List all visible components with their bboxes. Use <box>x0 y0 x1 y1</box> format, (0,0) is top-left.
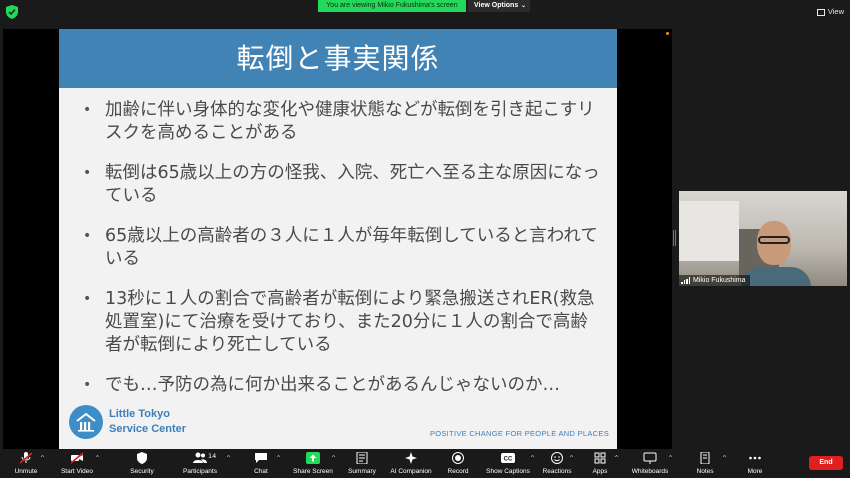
chat-bubble-icon <box>255 453 267 463</box>
record-button[interactable]: Record <box>444 449 472 478</box>
end-meeting-button[interactable]: End <box>809 456 843 470</box>
more-dots-icon <box>749 456 761 460</box>
summary-label: Summary <box>348 468 376 475</box>
summary-document-icon <box>356 452 368 464</box>
slide-title: 転倒と事実関係 <box>236 42 440 75</box>
summary-button[interactable]: Summary <box>344 449 380 478</box>
audio-options-chevron-icon[interactable]: ^ <box>40 455 45 462</box>
panel-splitter-handle[interactable] <box>673 230 676 246</box>
notes-label: Notes <box>696 468 714 475</box>
reactions-emoji-icon <box>551 452 563 464</box>
video-off-icon <box>70 452 84 464</box>
start-video-label: Start Video <box>60 468 94 475</box>
captions-options-chevron-icon[interactable]: ^ <box>530 455 535 462</box>
grid-view-icon <box>816 8 825 16</box>
reactions-options-chevron-icon[interactable]: ^ <box>569 455 574 462</box>
reactions-label: Reactions <box>542 468 572 475</box>
chat-label: Chat <box>254 468 268 475</box>
view-options-button[interactable]: View Options ⌄ <box>468 0 530 12</box>
unmute-label: Unmute <box>14 468 38 475</box>
participants-count: 14 <box>208 452 217 460</box>
notes-options-chevron-icon[interactable]: ^ <box>722 455 727 462</box>
zoom-meeting-window: You are viewing Mikio Fukushima's screen… <box>0 0 850 478</box>
apps-icon <box>594 452 606 464</box>
apps-options-chevron-icon[interactable]: ^ <box>614 455 619 462</box>
slide-bullet: 転倒は65歳以上の方の怪我、入院、死亡へ至る主な原因になっている <box>81 162 601 208</box>
microphone-muted-icon <box>19 452 33 464</box>
participants-label: Participants <box>183 468 217 475</box>
video-options-chevron-icon[interactable]: ^ <box>95 455 100 462</box>
signal-strength-icon <box>681 277 690 284</box>
slide-header: 転倒と事実関係 <box>59 29 617 88</box>
video-background-shelf <box>679 201 739 261</box>
whiteboards-label: Whiteboards <box>631 468 669 475</box>
chat-options-chevron-icon[interactable]: ^ <box>276 455 281 462</box>
more-button[interactable]: More <box>742 449 768 478</box>
start-video-button[interactable]: Start Video <box>58 449 96 478</box>
security-label: Security <box>130 468 154 475</box>
record-label: Record <box>447 468 469 475</box>
apps-button[interactable]: Apps <box>588 449 612 478</box>
chat-button[interactable]: Chat <box>248 449 274 478</box>
logo-text-line2: Service Center <box>109 423 187 435</box>
slide-bullet: 加齢に伴い身体的な変化や健康状態などが転倒を引き起こすリスクを高めることがある <box>81 99 601 145</box>
whiteboards-options-chevron-icon[interactable]: ^ <box>668 455 673 462</box>
logo-text-line1: Little Tokyo <box>109 408 170 420</box>
video-person-body <box>741 267 811 286</box>
participants-icon <box>193 452 207 463</box>
record-icon <box>452 452 464 464</box>
ai-companion-sparkle-icon <box>405 452 417 464</box>
slide-bullet: 13秒に１人の割合で高齢者が転倒により緊急搬送されER(救急処置室)にて治療を受… <box>81 288 601 357</box>
participants-options-chevron-icon[interactable]: ^ <box>226 455 231 462</box>
more-label: More <box>747 468 763 475</box>
top-bar: You are viewing Mikio Fukushima's screen… <box>0 0 850 26</box>
show-captions-button[interactable]: CC Show Captions <box>484 449 532 478</box>
security-shield-icon <box>137 452 147 464</box>
show-captions-label: Show Captions <box>486 468 530 475</box>
ai-companion-label: AI Companion <box>390 468 432 475</box>
participant-name-tag: Mikio Fukushima <box>679 275 750 286</box>
slide-bullet: でも…予防の為に何か出来ることがあるんじゃないのか… <box>81 374 601 397</box>
recording-indicator-dot <box>666 32 669 35</box>
house-icon <box>76 412 96 432</box>
svg-text:CC: CC <box>504 457 513 463</box>
viewing-screen-banner: You are viewing Mikio Fukushima's screen <box>318 0 466 12</box>
slide-bullet-list: 加齢に伴い身体的な変化や健康状態などが転倒を引き起こすリスクを高めることがある … <box>81 99 601 414</box>
participant-video-tile[interactable]: Mikio Fukushima <box>679 191 847 286</box>
notes-button[interactable]: Notes <box>692 449 718 478</box>
presentation-slide: 転倒と事実関係 加齢に伴い身体的な変化や健康状態などが転倒を引き起こすリスクを高… <box>59 29 617 449</box>
slide-bullet: 65歳以上の高齢者の３人に１人が毎年転倒していると言われている <box>81 225 601 271</box>
reactions-button[interactable]: Reactions <box>540 449 574 478</box>
slide-tagline: POSITIVE CHANGE FOR PEOPLE AND PLACES <box>429 429 609 438</box>
share-screen-button[interactable]: Share Screen <box>292 449 334 478</box>
share-screen-label: Share Screen <box>293 468 333 475</box>
whiteboards-button[interactable]: Whiteboards <box>628 449 672 478</box>
share-options-chevron-icon[interactable]: ^ <box>331 455 336 462</box>
apps-label: Apps <box>592 468 608 475</box>
security-button[interactable]: Security <box>126 449 158 478</box>
chevron-down-icon: ⌄ <box>520 3 526 9</box>
video-person-glasses <box>758 236 790 244</box>
participant-name: Mikio Fukushima <box>693 277 746 284</box>
view-options-label: View Options <box>474 2 519 9</box>
whiteboard-icon <box>643 452 657 464</box>
little-tokyo-logo: Little Tokyo Service Center <box>69 405 219 441</box>
shield-icon[interactable] <box>6 5 18 19</box>
logo-circle <box>69 405 103 439</box>
unmute-button[interactable]: Unmute <box>8 449 44 478</box>
share-screen-arrow-icon <box>306 452 320 464</box>
view-button[interactable]: View <box>816 5 844 19</box>
ai-companion-button[interactable]: AI Companion <box>386 449 436 478</box>
captions-cc-icon: CC <box>501 453 515 463</box>
notes-icon <box>700 452 710 464</box>
view-label: View <box>827 7 844 16</box>
meeting-toolbar: Unmute ^ Start Video ^ Security Particip… <box>0 449 850 478</box>
